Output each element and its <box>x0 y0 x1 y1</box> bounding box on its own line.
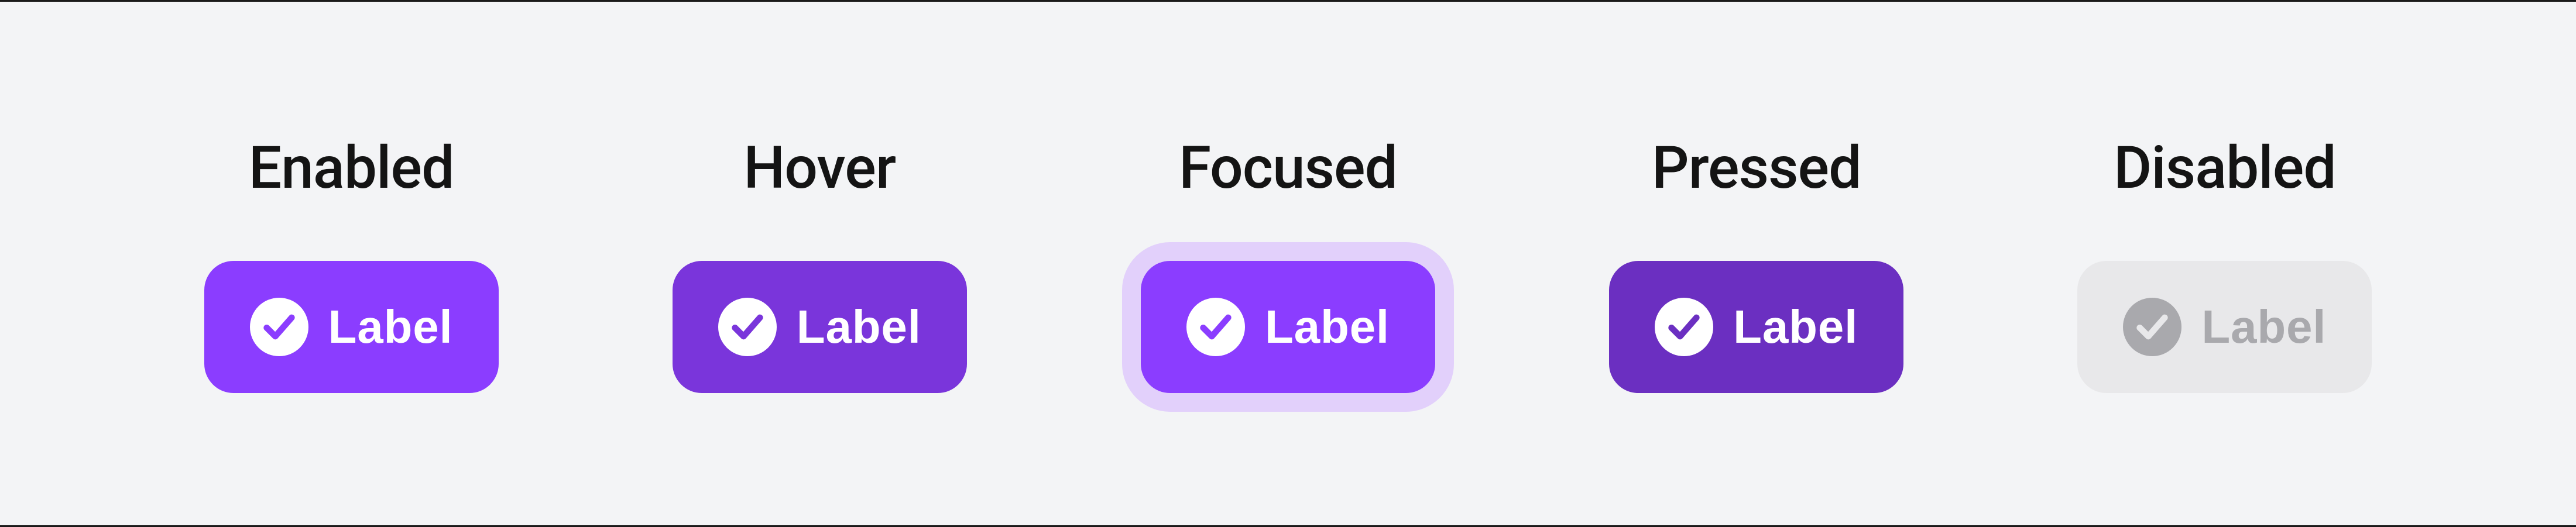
check-circle-icon <box>250 298 308 356</box>
button-focused[interactable]: Label <box>1141 261 1435 393</box>
state-title: Hover <box>743 134 896 202</box>
button-enabled[interactable]: Label <box>204 261 499 393</box>
state-col-pressed: Pressed Label <box>1609 134 1903 393</box>
state-title: Pressed <box>1652 134 1861 202</box>
state-col-enabled: Enabled Label <box>204 134 499 393</box>
button-label: Label <box>1733 300 1858 354</box>
button-pressed[interactable]: Label <box>1609 261 1903 393</box>
state-col-hover: Hover Label <box>673 134 967 393</box>
state-col-disabled: Disabled Label <box>2077 134 2372 393</box>
check-circle-icon <box>1655 298 1713 356</box>
check-circle-icon <box>1186 298 1245 356</box>
state-title: Enabled <box>249 134 454 202</box>
button-label: Label <box>797 300 921 354</box>
state-title: Focused <box>1179 134 1397 202</box>
check-circle-icon <box>718 298 777 356</box>
button-label: Label <box>1265 300 1390 354</box>
button-states-row: Enabled Label Hover Label Focused Label … <box>0 2 2576 525</box>
button-label: Label <box>2201 300 2326 354</box>
button-disabled: Label <box>2077 261 2372 393</box>
check-circle-icon <box>2123 298 2181 356</box>
button-label: Label <box>328 300 453 354</box>
state-col-focused: Focused Label <box>1141 134 1435 393</box>
button-hover[interactable]: Label <box>673 261 967 393</box>
state-title: Disabled <box>2114 134 2336 202</box>
